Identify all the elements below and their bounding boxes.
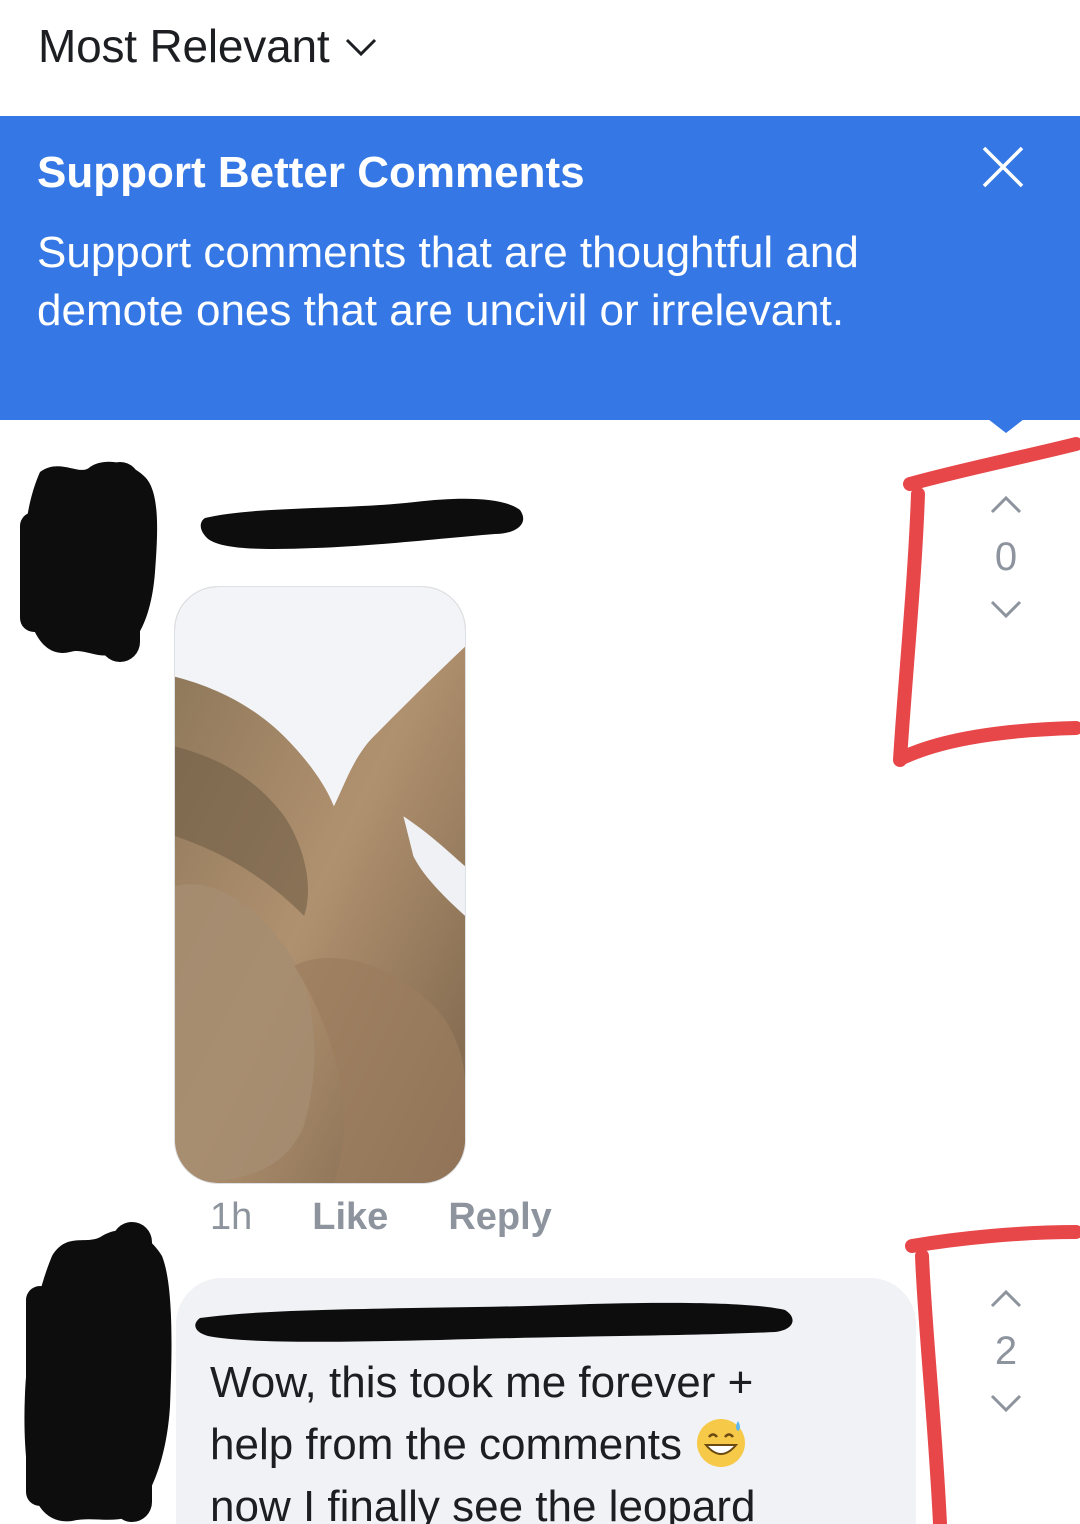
banner-body: Support comments that are thoughtful and… — [37, 228, 859, 335]
upvote-chevron-icon[interactable] — [986, 484, 1026, 524]
comment-text: Wow, this took me forever + help from th… — [210, 1352, 890, 1524]
like-button[interactable]: Like — [312, 1196, 388, 1239]
comment-photo[interactable] — [174, 586, 466, 1184]
commenter-name[interactable] — [190, 1296, 800, 1348]
commenter-name[interactable] — [195, 488, 530, 558]
downvote-chevron-icon[interactable] — [986, 590, 1026, 630]
avatar[interactable] — [10, 452, 170, 672]
grinning-sweat-emoji-icon — [697, 1419, 746, 1467]
vote-widget: 0 — [976, 484, 1036, 630]
comment-text-line: now I finally see the leopard — [210, 1482, 756, 1524]
comment-text-line-with-emoji: help from the comments — [210, 1414, 890, 1476]
banner-pointer — [988, 419, 1024, 433]
close-icon[interactable] — [980, 144, 1026, 190]
upvote-chevron-icon[interactable] — [986, 1278, 1026, 1318]
chevron-down-icon — [346, 38, 377, 57]
banner-title: Support Better Comments — [37, 148, 585, 197]
comment-meta: 1h Like Reply — [210, 1190, 552, 1244]
vote-count: 2 — [994, 1329, 1018, 1373]
vote-widget: 2 — [976, 1278, 1036, 1424]
vote-count: 0 — [994, 535, 1018, 579]
reply-button[interactable]: Reply — [448, 1196, 551, 1239]
sort-label: Most Relevant — [38, 20, 330, 72]
avatar[interactable] — [12, 1216, 177, 1524]
sort-dropdown[interactable]: Most Relevant — [38, 18, 379, 74]
comment-text-line: Wow, this took me forever + — [210, 1358, 754, 1407]
comment-text-fragment: help from the comments — [210, 1420, 682, 1469]
downvote-chevron-icon[interactable] — [986, 1384, 1026, 1424]
comment-timestamp: 1h — [210, 1195, 253, 1238]
